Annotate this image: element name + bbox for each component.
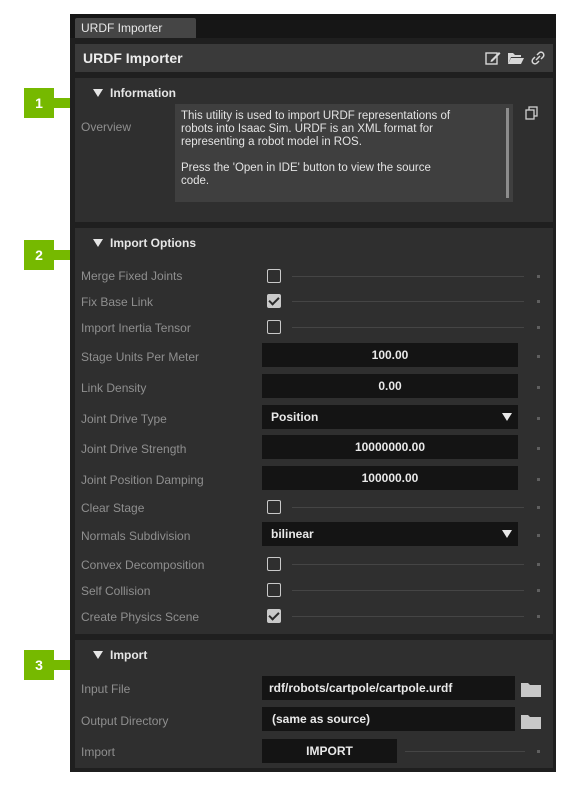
stage-units-per-meter-label: Stage Units Per Meter (81, 350, 200, 364)
stage-units-per-meter-field[interactable]: 100.00 (262, 343, 518, 367)
callout-badge-2: 2 (24, 240, 54, 270)
callout-badge-3: 3 (24, 650, 54, 680)
separator-line (405, 751, 525, 752)
input-file-field[interactable]: rdf/robots/cartpole/cartpole.urdf (262, 676, 515, 700)
reset-dot (537, 300, 540, 303)
overview-scrollbar[interactable] (506, 108, 509, 198)
collapse-triangle-icon[interactable] (93, 238, 103, 247)
overview-line: code. (181, 175, 210, 187)
separator-line (292, 327, 524, 328)
joint-drive-type-value: Position (271, 410, 319, 424)
overview-line: robots into Isaac Sim. URDF is an XML fo… (181, 123, 434, 135)
joint-drive-type-label: Joint Drive Type (81, 412, 167, 426)
overview-line: This utility is used to import URDF repr… (181, 110, 451, 122)
joint-drive-strength-label: Joint Drive Strength (81, 442, 187, 456)
link-density-label: Link Density (81, 381, 147, 395)
dropdown-arrow-icon[interactable] (502, 413, 512, 421)
joint-position-damping-field[interactable]: 100000.00 (262, 466, 518, 490)
reset-dot (537, 534, 540, 537)
reset-dot (537, 615, 540, 618)
collapse-triangle-icon[interactable] (93, 88, 103, 97)
information-section: Information Overview This utility is use… (75, 78, 553, 222)
normals-subdivision-label: Normals Subdivision (81, 529, 191, 543)
copy-icon[interactable] (525, 106, 539, 120)
output-directory-label: Output Directory (81, 714, 169, 728)
output-directory-field[interactable]: (same as source) (262, 707, 515, 731)
overview-label: Overview (81, 120, 132, 134)
create-physics-scene-label: Create Physics Scene (81, 610, 200, 624)
joint-drive-type-dropdown[interactable]: Position (262, 405, 518, 429)
separator-line (292, 564, 524, 565)
import-inertia-tensor-label: Import Inertia Tensor (81, 321, 191, 335)
folder-icon[interactable] (521, 713, 541, 729)
folder-icon[interactable] (521, 681, 541, 697)
edit-icon[interactable] (485, 51, 501, 65)
link-icon[interactable] (531, 51, 545, 65)
joint-drive-strength-field[interactable]: 10000000.00 (262, 435, 518, 459)
information-header[interactable]: Information (93, 86, 176, 100)
reset-dot (537, 417, 540, 420)
reset-dot (537, 386, 540, 389)
import-row-label: Import (81, 745, 116, 759)
clear-stage-checkbox[interactable] (267, 500, 281, 514)
import-section: Import Input File rdf/robots/cartpole/ca… (75, 640, 553, 768)
normals-subdivision-value: bilinear (271, 527, 314, 541)
self-collision-checkbox[interactable] (267, 583, 281, 597)
reset-dot (537, 563, 540, 566)
import-options-header[interactable]: Import Options (93, 236, 196, 250)
overview-line: representing a robot model in ROS. (181, 136, 362, 148)
import-inertia-tensor-checkbox[interactable] (267, 320, 281, 334)
folder-open-icon[interactable] (507, 51, 525, 65)
separator-line (292, 507, 524, 508)
urdf-importer-panel: URDF Importer URDF Importer Information … (70, 14, 556, 772)
self-collision-label: Self Collision (81, 584, 151, 598)
convex-decomposition-checkbox[interactable] (267, 557, 281, 571)
reset-dot (537, 275, 540, 278)
overview-text-box: This utility is used to import URDF repr… (175, 104, 513, 202)
window-title: URDF Importer (83, 50, 183, 66)
reset-dot (537, 478, 540, 481)
import-options-section: Import Options Merge Fixed Joints Fix Ba… (75, 228, 553, 634)
fix-base-link-checkbox[interactable] (267, 294, 281, 308)
separator-line (292, 301, 524, 302)
joint-position-damping-label: Joint Position Damping (81, 473, 204, 487)
reset-dot (537, 355, 540, 358)
window-title-bar: URDF Importer (75, 44, 553, 72)
create-physics-scene-checkbox[interactable] (267, 609, 281, 623)
overview-line: Press the 'Open in IDE' button to view t… (181, 162, 431, 174)
merge-fixed-joints-label: Merge Fixed Joints (81, 269, 183, 283)
tab-bar: URDF Importer (70, 14, 556, 38)
reset-dot (537, 326, 540, 329)
collapse-triangle-icon[interactable] (93, 650, 103, 659)
reset-dot (537, 750, 540, 753)
reset-dot (537, 589, 540, 592)
separator-line (292, 616, 524, 617)
normals-subdivision-dropdown[interactable]: bilinear (262, 522, 518, 546)
clear-stage-label: Clear Stage (81, 501, 145, 515)
link-density-field[interactable]: 0.00 (262, 374, 518, 398)
reset-dot (537, 506, 540, 509)
separator-line (292, 276, 524, 277)
reset-dot (537, 447, 540, 450)
callout-badge-1: 1 (24, 88, 54, 118)
import-button[interactable]: IMPORT (262, 739, 397, 763)
tab-urdf-importer[interactable]: URDF Importer (75, 18, 196, 38)
separator-line (292, 590, 524, 591)
merge-fixed-joints-checkbox[interactable] (267, 269, 281, 283)
convex-decomposition-label: Convex Decomposition (81, 558, 205, 572)
import-header[interactable]: Import (93, 648, 147, 662)
fix-base-link-label: Fix Base Link (81, 295, 154, 309)
input-file-label: Input File (81, 682, 131, 696)
dropdown-arrow-icon[interactable] (502, 530, 512, 538)
